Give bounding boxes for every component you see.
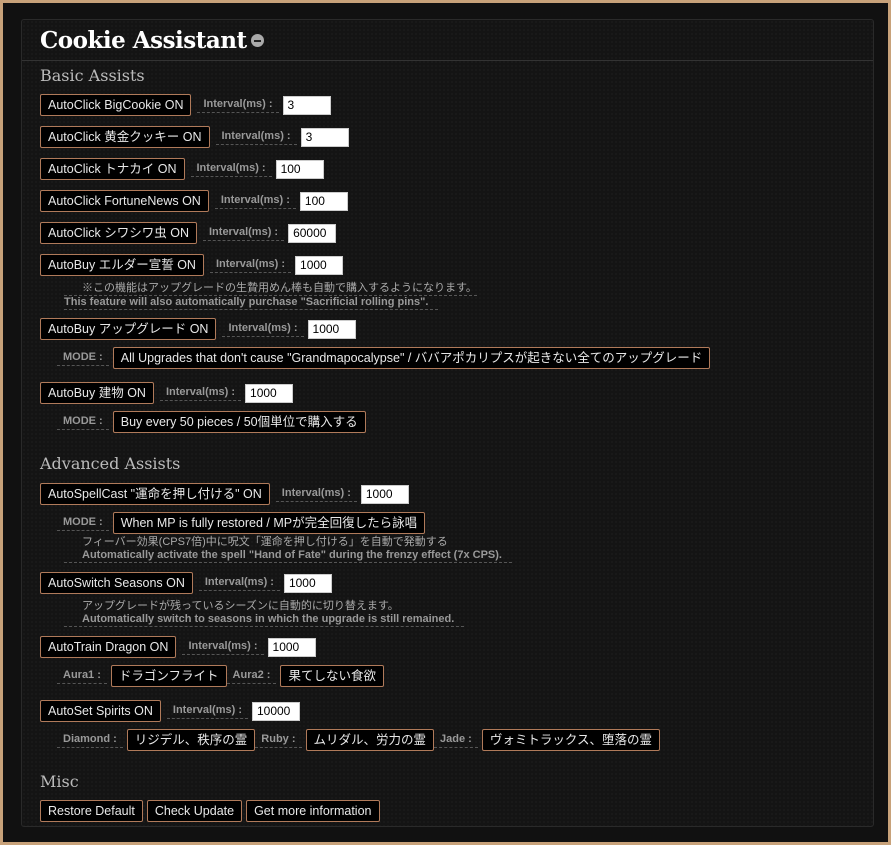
golden-interval-input[interactable] [300,127,349,147]
more-info-button[interactable]: Get more information [246,800,380,822]
section-advanced-assists: Advanced Assists [40,454,181,473]
seasons-note-en: Automatically switch to seasons in which… [64,613,465,627]
row-dragon: AutoTrain Dragon ON Interval(ms) : [40,636,316,658]
row-golden: AutoClick 黄金クッキー ON Interval(ms) : [40,126,349,148]
autobuy-building-button[interactable]: AutoBuy 建物 ON [40,382,154,404]
interval-label: Interval(ms) : [209,258,292,273]
autospellcast-button[interactable]: AutoSpellCast "運命を押し付ける" ON [40,483,270,505]
interval-label: Interval(ms) : [182,640,264,655]
jade-spirit-button[interactable]: ヴォミトラックス、堕落の霊 [481,729,660,751]
upgrade-mode-button[interactable]: All Upgrades that don't cause "Grandmapo… [112,347,711,369]
elder-note-en: This feature will also automatically pur… [64,296,439,310]
interval-label: Interval(ms) : [214,194,296,209]
ruby-label: Ruby : [255,733,302,748]
wrinkler-interval-input[interactable] [288,223,337,243]
elder-interval-input[interactable] [295,255,344,275]
check-update-button[interactable]: Check Update [146,800,243,822]
upgrade-interval-input[interactable] [307,319,356,339]
row-elder: AutoBuy エルダー宣誓 ON Interval(ms) : [40,254,344,276]
fortune-interval-input[interactable] [299,191,348,211]
spell-mode-row: MODE : When MP is fully restored / MPが完全… [57,512,426,534]
mode-label: MODE : [57,516,109,531]
autoclick-bigcookie-button[interactable]: AutoClick BigCookie ON [40,94,192,116]
spell-interval-input[interactable] [360,484,409,504]
interval-label: Interval(ms) : [166,704,248,719]
interval-label: Interval(ms) : [198,576,280,591]
row-fortune: AutoClick FortuneNews ON Interval(ms) : [40,190,348,212]
diamond-label: Diamond : [57,733,123,748]
window-frame: Cookie Assistant Basic Assists AutoClick… [0,0,891,845]
section-basic-assists: Basic Assists [40,66,145,85]
row-spirits: AutoSet Spirits ON Interval(ms) : [40,700,300,722]
diamond-spirit-button[interactable]: リジデル、秩序の霊 [126,729,256,751]
aura2-select-button[interactable]: 果てしない食欲 [280,665,384,687]
seasons-interval-input[interactable] [283,573,332,593]
assistant-panel: Cookie Assistant Basic Assists AutoClick… [21,19,874,827]
bigcookie-interval-input[interactable] [282,95,331,115]
autoset-spirits-button[interactable]: AutoSet Spirits ON [40,700,161,722]
aura2-label: Aura2 : [226,669,277,684]
mode-label: MODE : [57,351,109,366]
page-title: Cookie Assistant [40,27,264,54]
interval-label: Interval(ms) : [197,98,279,113]
building-mode-button[interactable]: Buy every 50 pieces / 50個単位で購入する [112,411,366,433]
building-interval-input[interactable] [245,383,294,403]
interval-label: Interval(ms) : [203,226,285,241]
autoclick-wrinkler-button[interactable]: AutoClick シワシワ虫 ON [40,222,197,244]
spirits-interval-input[interactable] [251,701,300,721]
elder-note-ja: ※この機能はアップグレードの生贄用めん棒も自動で購入するようになります。 [64,282,477,296]
title-divider [22,60,873,61]
row-upgrade: AutoBuy アップグレード ON Interval(ms) : [40,318,356,340]
row-building: AutoBuy 建物 ON Interval(ms) : [40,382,294,404]
building-mode-row: MODE : Buy every 50 pieces / 50個単位で購入する [57,411,366,433]
seasons-note-ja: アップグレードが残っているシーズンに自動的に切り替えます。 [82,600,399,612]
aura1-select-button[interactable]: ドラゴンフライト [110,665,227,687]
interval-label: Interval(ms) : [215,130,297,145]
row-reindeer: AutoClick トナカイ ON Interval(ms) : [40,158,324,180]
interval-label: Interval(ms) : [190,162,272,177]
autobuy-elder-pledge-button[interactable]: AutoBuy エルダー宣誓 ON [40,254,204,276]
spell-note: フィーバー効果(CPS7倍)中に呪文「運命を押し付ける」を自動で発動する Aut… [64,536,512,563]
row-bigcookie: AutoClick BigCookie ON Interval(ms) : [40,94,331,116]
interval-label: Interval(ms) : [222,322,304,337]
upgrade-mode-row: MODE : All Upgrades that don't cause "Gr… [57,347,711,369]
restore-default-button[interactable]: Restore Default [40,800,143,822]
autoswitch-seasons-button[interactable]: AutoSwitch Seasons ON [40,572,193,594]
jade-label: Jade : [434,733,478,748]
section-misc: Misc [40,772,79,791]
autoclick-reindeer-button[interactable]: AutoClick トナカイ ON [40,158,185,180]
spell-mode-button[interactable]: When MP is fully restored / MPが完全回復したら詠唱 [112,512,426,534]
spirits-slot-row: Diamond : リジデル、秩序の霊 Ruby : ムリダル、労力の霊 Jad… [57,729,660,751]
autotrain-dragon-button[interactable]: AutoTrain Dragon ON [40,636,177,658]
collapse-icon[interactable] [250,33,264,47]
reindeer-interval-input[interactable] [275,159,324,179]
ruby-spirit-button[interactable]: ムリダル、労力の霊 [305,729,435,751]
title-text: Cookie Assistant [40,27,247,54]
mode-label: MODE : [57,415,109,430]
autoclick-golden-button[interactable]: AutoClick 黄金クッキー ON [40,126,210,148]
dragon-aura-row: Aura1 : ドラゴンフライト Aura2 : 果てしない食欲 [57,665,384,687]
row-seasons: AutoSwitch Seasons ON Interval(ms) : [40,572,332,594]
autoclick-fortune-button[interactable]: AutoClick FortuneNews ON [40,190,209,212]
dragon-interval-input[interactable] [267,637,316,657]
spell-note-en: Automatically activate the spell "Hand o… [64,549,512,563]
interval-label: Interval(ms) : [159,386,242,401]
autobuy-upgrade-button[interactable]: AutoBuy アップグレード ON [40,318,217,340]
aura1-label: Aura1 : [57,669,107,684]
misc-row: Restore Default Check Update Get more in… [40,800,380,822]
elder-note: ※この機能はアップグレードの生贄用めん棒も自動で購入するようになります。 Thi… [64,282,477,310]
interval-label: Interval(ms) : [275,487,357,502]
row-wrinkler: AutoClick シワシワ虫 ON Interval(ms) : [40,222,337,244]
spell-note-ja: フィーバー効果(CPS7倍)中に呪文「運命を押し付ける」を自動で発動する [82,536,448,548]
seasons-note: アップグレードが残っているシーズンに自動的に切り替えます。 Automatica… [64,600,465,627]
row-spell: AutoSpellCast "運命を押し付ける" ON Interval(ms)… [40,483,409,505]
